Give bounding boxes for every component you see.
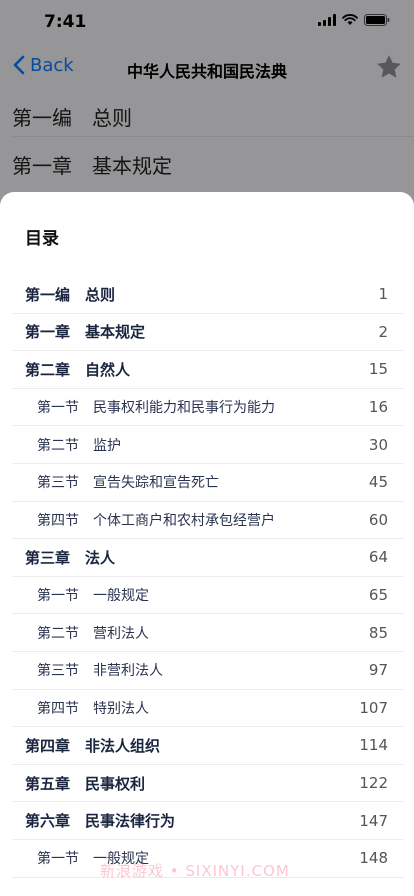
toc-item-label: 第四章 非法人组织 [25,736,161,755]
toc-item-page: 85 [368,623,388,642]
toc-item-page: 65 [368,586,388,605]
toc-item-page: 45 [368,473,388,492]
toc-item-page: 16 [368,398,388,417]
toc-item[interactable]: 第四章 非法人组织 114 [12,727,404,765]
toc-sheet: 目录 第一编 总则 1 第一章 基本规定 2 第二章 自然人 15 第一节 民事权利能力和民… [0,192,414,896]
toc-item-page: 147 [359,811,388,830]
toc-item[interactable]: 第四节 个体工商户和农村承包经营户 60 [12,502,404,540]
toc-item-label: 第三章 法人 [25,548,116,567]
toc-item[interactable]: 第二章 自然人 15 [12,351,404,389]
toc-item-label: 第二节 营利法人 [37,625,149,642]
toc-item[interactable]: 第一节 一般规定 65 [12,577,404,615]
toc-item-page: 2 [378,322,388,341]
toc-item-page: 64 [368,548,388,567]
toc-item-label: 第四节 特别法人 [37,700,149,717]
toc-item-page: 60 [368,510,388,529]
toc-item[interactable]: 第一编 总则 1 [12,276,404,314]
toc-item-page: 30 [368,435,388,454]
toc-item[interactable]: 第四节 特别法人 107 [12,690,404,728]
toc-item[interactable]: 第五章 民事权利 122 [12,765,404,803]
toc-item-page: 97 [368,661,388,680]
toc-item-page: 148 [359,849,388,868]
toc-item-label: 第三节 宣告失踪和宣告死亡 [37,475,219,492]
toc-item-label: 第一节 民事权利能力和民事行为能力 [37,400,275,417]
toc-item[interactable]: 第二节 监护 30 [12,426,404,464]
toc-list: 第一编 总则 1 第一章 基本规定 2 第二章 自然人 15 第一节 民事权利能力和民事行为… [0,276,414,878]
watermark: 新浪游戏 • SIXINYI.COM [100,862,290,880]
toc-item-label: 第四节 个体工商户和农村承包经营户 [37,512,275,529]
toc-item-page: 1 [378,285,388,304]
toc-item[interactable]: 第六章 民事法律行为 147 [12,802,404,840]
sheet-title: 目录 [25,229,59,249]
toc-item[interactable]: 第三节 宣告失踪和宣告死亡 45 [12,464,404,502]
toc-item-label: 第二节 监护 [37,437,121,454]
toc-item-label: 第三节 非营利法人 [37,663,163,680]
toc-item-page: 122 [359,774,388,793]
toc-item-page: 107 [359,698,388,717]
toc-item-label: 第一章 基本规定 [25,323,146,342]
toc-item-label: 第一编 总则 [25,285,116,304]
toc-item-label: 第一节 一般规定 [37,588,149,605]
toc-item[interactable]: 第一节 民事权利能力和民事行为能力 16 [12,389,404,427]
screen: 7:41 Back 中华人民共和国民法典 第一编 总则 第一章 基本规定 目录 … [0,0,414,896]
toc-item[interactable]: 第三章 法人 64 [12,539,404,577]
toc-item[interactable]: 第三节 非营利法人 97 [12,652,404,690]
toc-item-label: 第六章 民事法律行为 [25,812,176,831]
toc-item[interactable]: 第一章 基本规定 2 [12,314,404,352]
toc-item[interactable]: 第二节 营利法人 85 [12,614,404,652]
toc-item-page: 15 [368,360,388,379]
toc-item-label: 第二章 自然人 [25,360,131,379]
toc-item-label: 第五章 民事权利 [25,774,146,793]
toc-item-page: 114 [359,736,388,755]
